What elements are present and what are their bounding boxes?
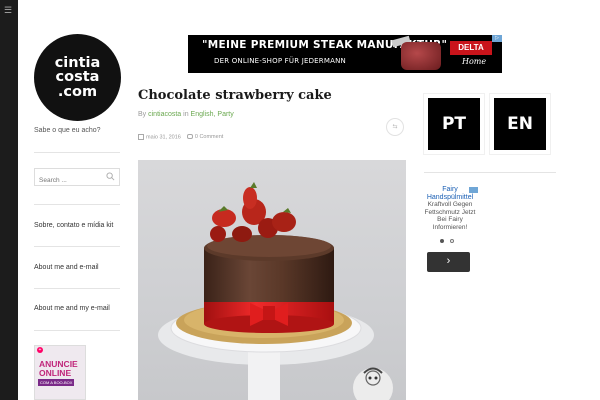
post-featured-image[interactable] xyxy=(138,160,406,400)
search-input[interactable] xyxy=(35,172,101,189)
fairy-ad[interactable]: Fairy Handspülmittel Kraftvoll Gegen Fet… xyxy=(424,186,478,231)
steak-image xyxy=(401,42,441,70)
divider xyxy=(34,330,120,331)
logo-line-3: .com xyxy=(57,83,98,100)
divider xyxy=(34,288,120,289)
ad-title-2[interactable]: Handspülmittel xyxy=(424,194,476,202)
comment-icon xyxy=(186,134,193,140)
ad-body-3: Bei Fairy xyxy=(437,216,463,223)
sidebar: cintia costa .com Sabe o que eu acho? So… xyxy=(18,0,130,400)
logo-line-1: cintia xyxy=(54,54,101,71)
ad-page-dot[interactable] xyxy=(450,239,454,243)
divider xyxy=(424,172,556,173)
sidebar-link-about-email[interactable]: About me and my e-mail xyxy=(34,305,110,312)
menu-icon[interactable]: ☰ xyxy=(4,6,12,15)
banner-brand: DELTA xyxy=(450,41,492,55)
ad-line-3: COM A BOO-BOX xyxy=(38,379,75,386)
site-tagline: Sabe o que eu acho? xyxy=(34,127,101,134)
steak-banner-ad[interactable]: "MEINE PREMIUM STEAK MANUFAKTUR" DER ONL… xyxy=(188,35,502,73)
sidebar-link-about-pt[interactable]: Sobre, contato e mídia kit xyxy=(34,222,113,229)
lang-pt-tile[interactable]: PT xyxy=(424,94,484,154)
post-date-text: maio 31, 2016 xyxy=(146,134,181,141)
search-box xyxy=(34,168,120,189)
post-date: maio 31, 2016 xyxy=(138,134,181,140)
calendar-icon xyxy=(138,134,144,140)
logo-line-2: costa xyxy=(55,69,100,86)
post-author-link[interactable]: cintiacosta xyxy=(148,111,181,118)
ad-choices-icon[interactable] xyxy=(469,187,478,193)
ad-body-4: Informieren! xyxy=(432,223,468,231)
byline-prefix: By xyxy=(138,111,149,118)
chevron-right-icon: › xyxy=(446,255,451,267)
divider xyxy=(34,246,120,247)
post-comments[interactable]: 0 Comment xyxy=(186,134,224,141)
banner-subline: DER ONLINE-SHOP FÜR JEDERMANN xyxy=(214,57,346,65)
post-byline: By cintiacosta in English, Party xyxy=(138,111,234,118)
ad-next-button[interactable]: › xyxy=(427,252,470,272)
ad-choices-icon[interactable]: ▷ xyxy=(492,35,502,42)
ad-body-1: Kraftvoll Gegen xyxy=(427,201,473,208)
ad-plus-icon: + xyxy=(37,347,43,353)
lang-en-tile[interactable]: EN xyxy=(490,94,550,154)
lang-pt-button[interactable]: PT xyxy=(428,98,480,150)
post-title[interactable]: Chocolate strawberry cake xyxy=(138,88,332,103)
post-categories-link[interactable]: English, Party xyxy=(191,111,234,118)
ad-pagination xyxy=(440,239,454,243)
anuncie-ad[interactable]: + ANUNCIE ONLINE COM A BOO-BOX xyxy=(34,345,86,400)
site-logo[interactable]: cintia costa .com xyxy=(34,34,121,121)
byline-in: in xyxy=(181,111,191,118)
share-icon[interactable]: ⇆ xyxy=(386,118,404,136)
ad-line-2: ONLINE xyxy=(39,368,72,378)
sidebar-link-about-en[interactable]: About me and e-mail xyxy=(34,264,99,271)
divider xyxy=(34,204,120,205)
search-icon[interactable] xyxy=(106,172,115,181)
banner-brand-sub: Home xyxy=(462,57,487,66)
ad-page-dot[interactable] xyxy=(440,239,444,243)
left-rail: ☰ xyxy=(0,0,18,400)
post-comments-text: 0 Comment xyxy=(194,134,224,141)
post-meta: maio 31, 2016 0 Comment xyxy=(138,134,223,140)
ad-body-2: Fettschmutz Jetzt xyxy=(424,208,476,216)
divider xyxy=(34,152,120,153)
cake-illustration xyxy=(158,182,393,400)
lang-en-button[interactable]: EN xyxy=(494,98,546,150)
